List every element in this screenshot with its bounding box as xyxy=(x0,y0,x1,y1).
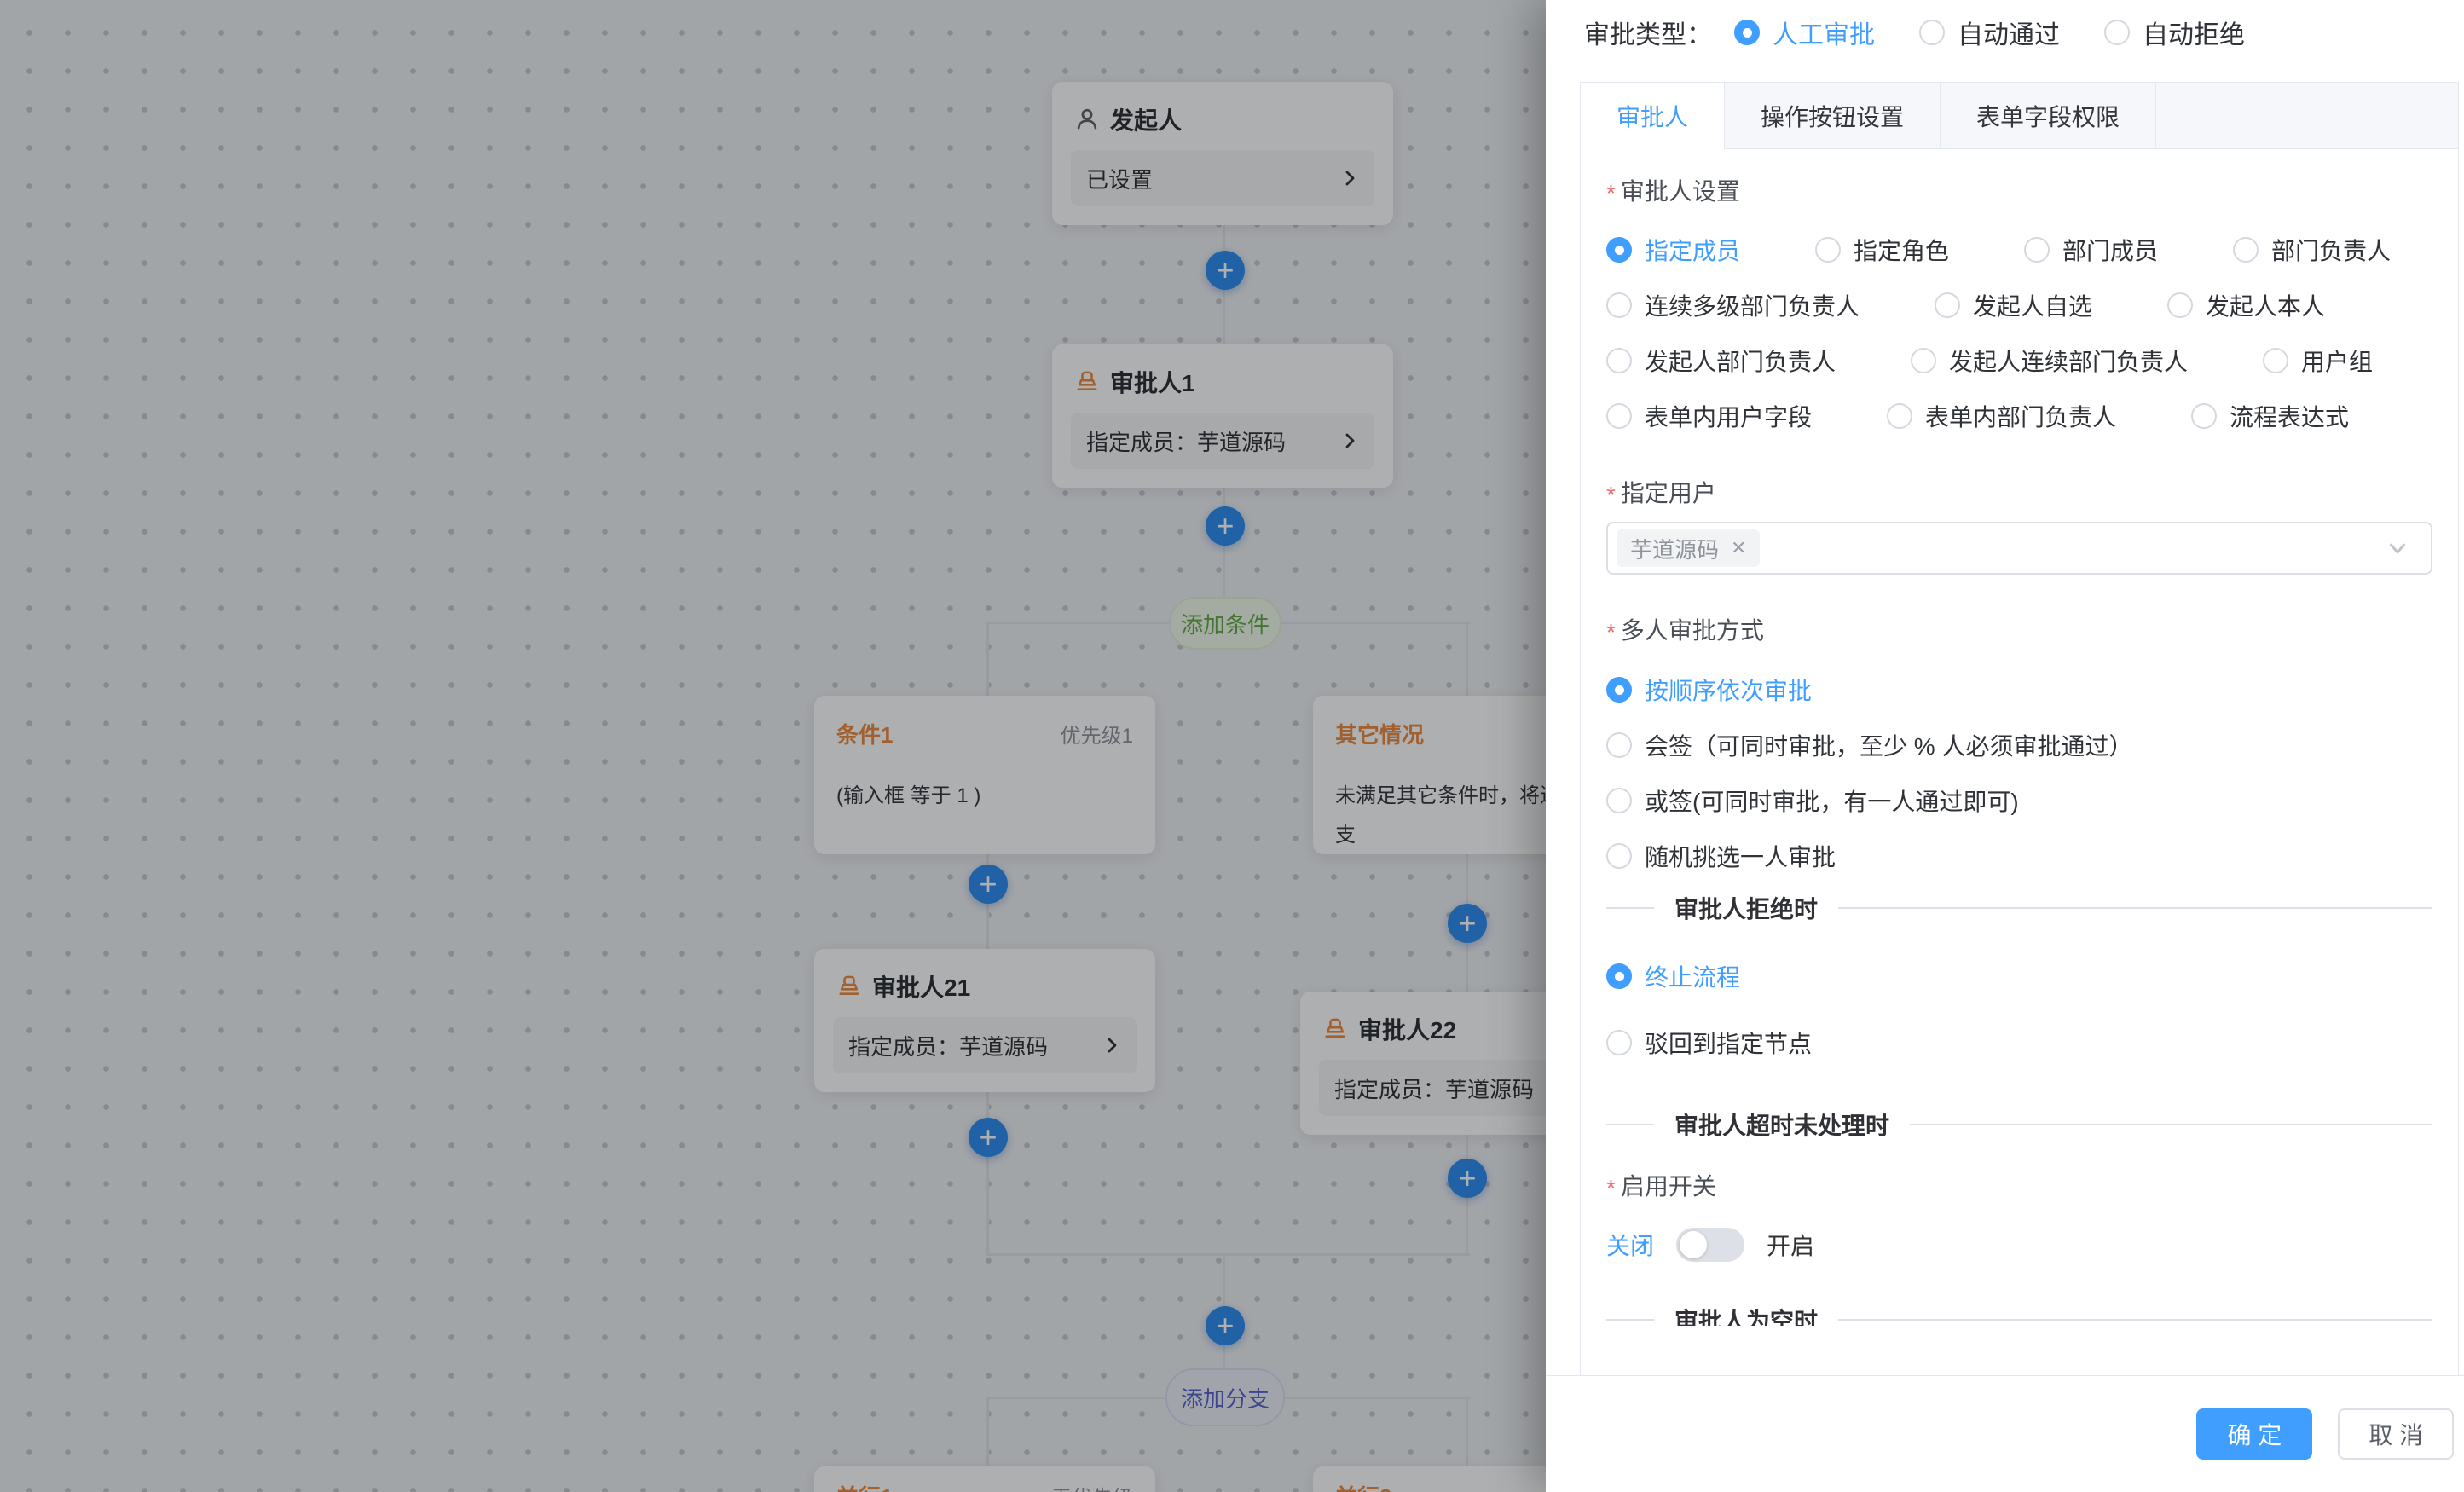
radio-auto-reject[interactable]: 自动拒绝 xyxy=(2104,15,2245,49)
radio-dept-member[interactable]: 部门成员 xyxy=(2024,233,2158,267)
approver-settings-drawer: 审批类型： 人工审批 自动通过 自动拒绝 审批人 操作按钮设置 表单字段权限 *… xyxy=(1546,0,2464,1492)
radio-random-one[interactable]: 随机挑选一人审批 xyxy=(1606,839,2432,873)
timeout-enable-switch[interactable] xyxy=(1676,1228,1744,1262)
radio-initiator-choose[interactable]: 发起人自选 xyxy=(1935,288,2092,322)
radio-icon xyxy=(1606,292,1632,318)
approver-setting-label: * 审批人设置 xyxy=(1606,173,2432,207)
radio-form-user-field[interactable]: 表单内用户字段 xyxy=(1606,399,1812,433)
radio-sequential-approval[interactable]: 按顺序依次审批 xyxy=(1606,673,2432,707)
radio-process-expression[interactable]: 流程表达式 xyxy=(2191,399,2349,433)
radio-orsign[interactable]: 或签(可同时审批，有一人通过即可) xyxy=(1606,784,2432,818)
approver-setting-row4: 表单内用户字段 表单内部门负责人 流程表达式 xyxy=(1606,399,2432,433)
radio-icon xyxy=(1911,348,1936,373)
timeout-section-divider: 审批人超时未处理时 xyxy=(1606,1107,2432,1142)
enable-switch-label: * 启用开关 xyxy=(1606,1168,2432,1202)
radio-icon xyxy=(1815,237,1841,263)
tab-action-buttons[interactable]: 操作按钮设置 xyxy=(1725,83,1941,149)
reject-section-title: 审批人拒绝时 xyxy=(1674,891,1818,925)
switch-off-label: 关闭 xyxy=(1606,1228,1654,1262)
divider-line xyxy=(1606,1124,1654,1125)
radio-initiator-dept-leader[interactable]: 发起人部门负责人 xyxy=(1606,344,1836,378)
radio-countersign[interactable]: 会签（可同时审批，至少 % 人必须审批通过） xyxy=(1606,728,2432,762)
radio-icon xyxy=(1935,292,1960,318)
divider-line xyxy=(1606,1319,1654,1321)
radio-return-to-node[interactable]: 驳回到指定节点 xyxy=(1606,1026,2432,1060)
empty-approver-section-title: 审批人为空时 xyxy=(1674,1303,1818,1326)
radio-icon xyxy=(1606,403,1632,429)
remove-tag-icon[interactable]: ✕ xyxy=(1731,537,1746,559)
tab-bar: 审批人 操作按钮设置 表单字段权限 xyxy=(1581,83,2458,149)
tab-form-field-permission[interactable]: 表单字段权限 xyxy=(1941,83,2156,149)
radio-terminate-process[interactable]: 终止流程 xyxy=(1606,959,2432,993)
radio-icon xyxy=(1887,403,1912,429)
approver-setting-row1: 指定成员 指定角色 部门成员 部门负责人 xyxy=(1606,233,2432,267)
timeout-switch-row: 关闭 开启 xyxy=(1606,1226,2432,1264)
radio-user-group[interactable]: 用户组 xyxy=(2263,344,2373,378)
radio-icon xyxy=(2167,292,2193,318)
settings-tabs-card: 审批人 操作按钮设置 表单字段权限 * 审批人设置 指定成员 指定角色 部门成员… xyxy=(1580,82,2459,1375)
radio-initiator-multi-dept-leader[interactable]: 发起人连续部门负责人 xyxy=(1911,344,2188,378)
radio-icon xyxy=(2191,403,2217,429)
radio-multi-level-dept-leader[interactable]: 连续多级部门负责人 xyxy=(1606,288,1860,322)
radio-assigned-member[interactable]: 指定成员 xyxy=(1606,233,1740,267)
assign-user-label: * 指定用户 xyxy=(1606,475,2432,509)
reject-section-divider: 审批人拒绝时 xyxy=(1606,891,2432,925)
tab-content-scroll-area[interactable]: * 审批人设置 指定成员 指定角色 部门成员 部门负责人 连续多级部门负责人 发… xyxy=(1581,149,2458,1326)
divider-line xyxy=(1838,1319,2432,1321)
flow-canvas[interactable]: 发起人 已设置 + 审批人1 指定成员：芋道源码 + 添加条件 xyxy=(0,0,1546,1492)
divider-line xyxy=(1910,1124,2432,1125)
approver-setting-row2: 连续多级部门负责人 发起人自选 发起人本人 xyxy=(1606,288,2432,322)
selected-user-tag: 芋道源码 ✕ xyxy=(1617,529,1760,567)
radio-dept-leader[interactable]: 部门负责人 xyxy=(2233,233,2391,267)
divider-line xyxy=(1606,907,1654,909)
multi-approve-mode-label: * 多人审批方式 xyxy=(1606,612,2432,646)
radio-manual-approval[interactable]: 人工审批 xyxy=(1734,15,1875,49)
canvas-dim-overlay xyxy=(0,0,1546,1492)
drawer-footer: 确 定 取 消 xyxy=(1546,1375,2464,1492)
assign-user-select[interactable]: 芋道源码 ✕ xyxy=(1606,522,2432,575)
chevron-down-icon xyxy=(2385,535,2410,561)
radio-initiator-self[interactable]: 发起人本人 xyxy=(2167,288,2325,322)
radio-icon xyxy=(1606,732,1632,758)
required-asterisk: * xyxy=(1606,619,1616,646)
divider-line xyxy=(1838,907,2432,909)
required-asterisk: * xyxy=(1606,482,1616,509)
approver-setting-row3: 发起人部门负责人 发起人连续部门负责人 用户组 xyxy=(1606,344,2432,378)
approval-type-row: 审批类型： 人工审批 自动通过 自动拒绝 xyxy=(1584,14,2245,51)
radio-icon xyxy=(2104,20,2130,45)
radio-auto-approve[interactable]: 自动通过 xyxy=(1919,15,2060,49)
required-asterisk: * xyxy=(1606,180,1616,207)
radio-icon xyxy=(1734,20,1760,45)
radio-icon xyxy=(2024,237,2050,263)
radio-icon xyxy=(1606,677,1632,703)
cancel-button[interactable]: 取 消 xyxy=(2338,1408,2454,1460)
empty-approver-section-divider: 审批人为空时 xyxy=(1606,1303,2432,1326)
radio-icon xyxy=(1919,20,1945,45)
approval-type-label: 审批类型： xyxy=(1584,14,1712,51)
radio-assigned-role[interactable]: 指定角色 xyxy=(1815,233,1949,267)
radio-icon xyxy=(1606,963,1632,989)
radio-icon xyxy=(2263,348,2288,373)
timeout-section-title: 审批人超时未处理时 xyxy=(1674,1107,1889,1142)
radio-icon xyxy=(2233,237,2259,263)
required-asterisk: * xyxy=(1606,1175,1616,1202)
radio-icon xyxy=(1606,348,1632,373)
radio-icon xyxy=(1606,237,1632,263)
radio-icon xyxy=(1606,1030,1632,1055)
radio-form-dept-leader[interactable]: 表单内部门负责人 xyxy=(1887,399,2116,433)
radio-icon xyxy=(1606,788,1632,813)
switch-on-label: 开启 xyxy=(1767,1228,1814,1262)
radio-icon xyxy=(1606,843,1632,869)
confirm-button[interactable]: 确 定 xyxy=(2196,1408,2312,1460)
tab-approver[interactable]: 审批人 xyxy=(1581,83,1725,149)
